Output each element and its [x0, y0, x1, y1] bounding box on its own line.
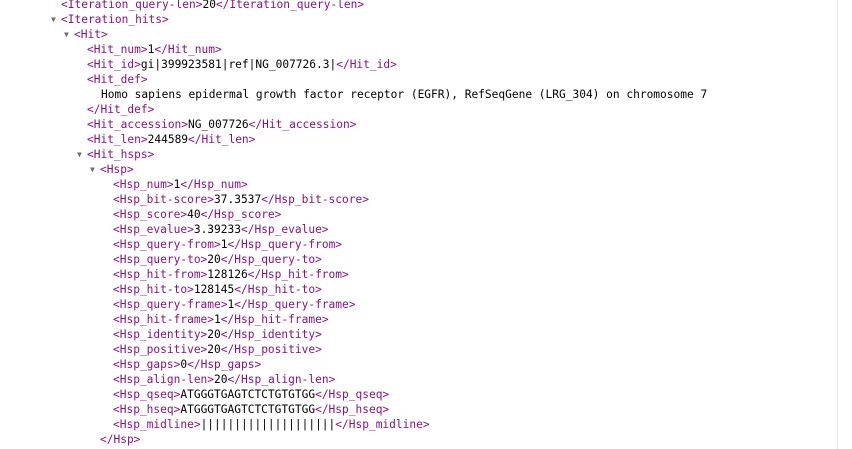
iteration-query-len-line: <Iteration_query-len>20</Iteration_query…: [61, 0, 365, 11]
hsp-field-line: <Hsp_score>40</Hsp_score>: [113, 208, 282, 221]
hsp-node[interactable]: ▼ <Hsp>: [90, 162, 134, 177]
hsp-field-line: <Hsp_query-frame>1</Hsp_query-frame>: [113, 298, 356, 311]
hit-id-line: <Hit_id>gi|399923581|ref|NG_007726.3|</H…: [87, 58, 397, 71]
triangle-down-icon[interactable]: ▼: [51, 12, 61, 27]
vertical-scrollbar[interactable]: [837, 0, 852, 449]
hit-len-line: <Hit_len>244589</Hit_len>: [87, 133, 256, 146]
hsp-field-line: <Hsp_query-to>20</Hsp_query-to>: [113, 253, 322, 266]
xml-tree-viewer: <Iteration_query-len>20</Iteration_query…: [0, 0, 838, 449]
hit-def-text: Homo sapiens epidermal growth factor rec…: [101, 88, 708, 101]
hsp-field-line: <Hsp_hit-to>128145</Hsp_hit-to>: [113, 283, 322, 296]
hit-hsps-node[interactable]: ▼ <Hit_hsps>: [77, 147, 154, 162]
hit-accession-line: <Hit_accession>NG_007726</Hit_accession>: [87, 118, 357, 131]
triangle-down-icon[interactable]: ▼: [77, 147, 87, 162]
hit-def-open-line: <Hit_def>: [87, 73, 148, 86]
hsp-field-line: <Hsp_hit-from>128126</Hsp_hit-from>: [113, 268, 349, 281]
hsp-close-line: </Hsp>: [100, 433, 141, 446]
hsp-field-line: <Hsp_query-from>1</Hsp_query-from>: [113, 238, 343, 251]
hsp-field-line: <Hsp_identity>20</Hsp_identity>: [113, 328, 322, 341]
hsp-field-line: <Hsp_bit-score>37.3537</Hsp_bit-score>: [113, 193, 369, 206]
hsp-field-line: <Hsp_evalue>3.39233</Hsp_evalue>: [113, 223, 329, 236]
triangle-down-icon[interactable]: ▼: [90, 162, 100, 177]
triangle-down-icon[interactable]: ▼: [64, 27, 74, 42]
hsp-field-line: <Hsp_hseq>ATGGGTGAGTCTCTGTGTGG</Hsp_hseq…: [113, 403, 390, 416]
hsp-field-line: <Hsp_positive>20</Hsp_positive>: [113, 343, 322, 356]
hsp-field-line: <Hsp_align-len>20</Hsp_align-len>: [113, 373, 336, 386]
hsp-field-line: <Hsp_qseq>ATGGGTGAGTCTCTGTGTGG</Hsp_qseq…: [113, 388, 390, 401]
hit-num-line: <Hit_num>1</Hit_num>: [87, 43, 222, 56]
hsp-field-line: <Hsp_num>1</Hsp_num>: [113, 178, 248, 191]
hsp-field-line: <Hsp_gaps>0</Hsp_gaps>: [113, 358, 262, 371]
hit-def-close-line: </Hit_def>: [87, 103, 155, 116]
hit-node[interactable]: ▼ <Hit>: [64, 27, 108, 42]
iteration-hits-node[interactable]: ▼ <Iteration_hits>: [51, 12, 169, 27]
hsp-field-line: <Hsp_hit-frame>1</Hsp_hit-frame>: [113, 313, 329, 326]
hsp-field-line: <Hsp_midline>||||||||||||||||||||</Hsp_m…: [113, 418, 430, 431]
